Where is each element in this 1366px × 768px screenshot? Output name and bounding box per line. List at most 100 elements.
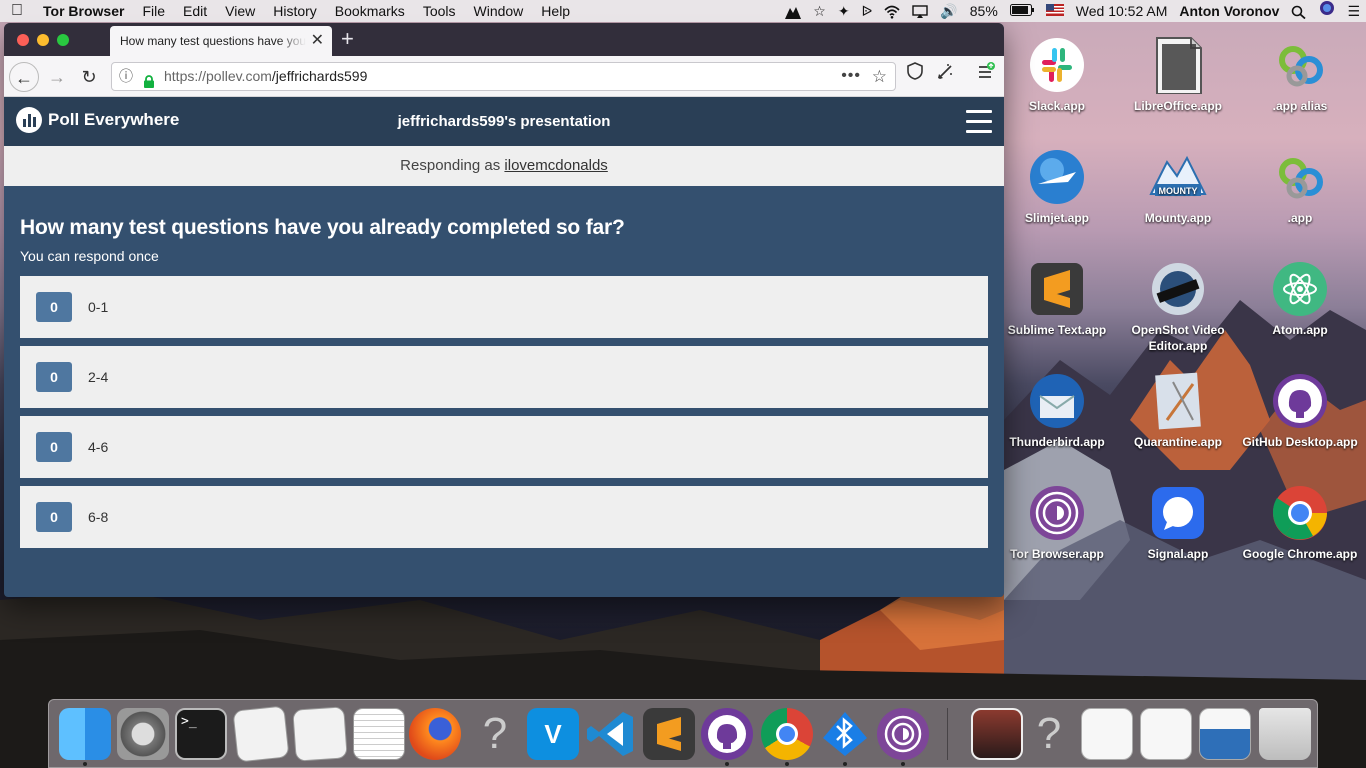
app-menu-icon[interactable]: [972, 62, 1000, 90]
browser-tab[interactable]: How many test questions have you already…: [110, 26, 332, 56]
desktop-icon-openshot[interactable]: OpenShot Video Editor.app: [1118, 260, 1238, 354]
slimjet-icon: [1028, 148, 1086, 206]
option-label: 0-1: [88, 299, 109, 315]
desktop-icon-quarantine[interactable]: Quarantine.app: [1118, 372, 1238, 450]
bluetooth-file-exchange-dock-icon[interactable]: [819, 708, 871, 760]
airplay-icon[interactable]: [906, 0, 934, 22]
apple-menu-icon[interactable]: : [0, 0, 34, 22]
atom-icon: [1271, 260, 1329, 318]
desktop-icon-atom[interactable]: Atom.app: [1240, 260, 1360, 338]
url-text: https://pollev.com/jeffrichards599: [164, 63, 367, 90]
battery-icon[interactable]: [1004, 0, 1040, 22]
zoom-window-button[interactable]: [57, 34, 69, 46]
responding-username-link[interactable]: ilovemcdonalds: [504, 157, 607, 174]
menu-bookmarks[interactable]: Bookmarks: [326, 0, 414, 22]
dropbox-status-icon[interactable]: ✦: [832, 0, 856, 22]
bluetooth-icon[interactable]: ᐉ: [856, 0, 879, 22]
script-editor-2-dock-icon[interactable]: [292, 706, 348, 762]
tab-title: How many test questions have you already…: [120, 34, 306, 48]
screenshot-3-dock-icon[interactable]: [1199, 708, 1251, 760]
system-preferences-dock-icon[interactable]: [117, 708, 169, 760]
openshot-icon: [1149, 260, 1207, 318]
desktop-icon-app-alias[interactable]: .app alias: [1240, 36, 1360, 114]
option-vote-count: 0: [36, 432, 72, 462]
page-actions-icon[interactable]: •••: [841, 62, 861, 89]
menu-user-name[interactable]: Anton Voronov: [1173, 0, 1285, 22]
siri-icon[interactable]: [1313, 0, 1341, 22]
sublime-icon: [1028, 260, 1086, 318]
poll-option[interactable]: 0 0-1: [20, 276, 988, 338]
dock: >_ ? V ?: [48, 699, 1318, 768]
url-host: https://pollev.com: [164, 68, 272, 84]
shield-icon[interactable]: [901, 62, 929, 90]
address-bar[interactable]: ⓘ https://pollev.com/jeffrichards599 •••…: [111, 62, 896, 91]
desktop-icon-signal[interactable]: Signal.app: [1118, 484, 1238, 562]
desktop-icon-slimjet[interactable]: Slimjet.app: [997, 148, 1117, 226]
hamburger-menu-icon[interactable]: [966, 110, 992, 133]
volume-icon[interactable]: 🔊: [934, 0, 963, 22]
spotlight-search-icon[interactable]: [1285, 0, 1313, 22]
script-editor-dock-icon[interactable]: [232, 705, 290, 763]
finder-dock-icon[interactable]: [59, 708, 111, 760]
close-window-button[interactable]: [17, 34, 29, 46]
menu-edit[interactable]: Edit: [174, 0, 216, 22]
github-desktop-dock-icon[interactable]: [701, 708, 753, 760]
vscode-dock-icon[interactable]: [585, 708, 637, 760]
desktop-icon-app[interactable]: .app: [1240, 148, 1360, 226]
desktop-icon-github[interactable]: GitHub Desktop.app: [1240, 372, 1360, 450]
new-tab-button[interactable]: +: [341, 25, 354, 53]
star-status-icon[interactable]: ☆: [807, 0, 832, 22]
menu-app-name[interactable]: Tor Browser: [34, 0, 133, 22]
desktop-icon-sublime[interactable]: Sublime Text.app: [997, 260, 1117, 338]
new-identity-broom-icon[interactable]: [932, 62, 960, 90]
minimize-window-button[interactable]: [37, 34, 49, 46]
tor-browser-dock-icon[interactable]: [877, 708, 929, 760]
desktop-icon-tor-browser[interactable]: Tor Browser.app: [997, 484, 1117, 562]
vnc-viewer-dock-icon[interactable]: V: [527, 708, 579, 760]
back-button[interactable]: ←: [9, 62, 39, 92]
browser-window: How many test questions have you already…: [4, 23, 1004, 597]
poll-response-limit: You can respond once: [20, 248, 159, 264]
input-source-flag-icon[interactable]: [1040, 0, 1070, 22]
menu-window[interactable]: Window: [465, 0, 533, 22]
firefox-dock-icon[interactable]: [409, 708, 461, 760]
desktop-icon-label: Mounty.app: [1144, 211, 1212, 225]
poll-option[interactable]: 0 4-6: [20, 416, 988, 478]
menu-file[interactable]: File: [133, 0, 174, 22]
menu-tools[interactable]: Tools: [414, 0, 465, 22]
poll-option[interactable]: 0 6-8: [20, 486, 988, 548]
trash-dock-icon[interactable]: [1259, 708, 1311, 760]
desktop-icon-mounty[interactable]: MOUNTY Mounty.app: [1118, 148, 1238, 226]
menu-history[interactable]: History: [264, 0, 326, 22]
desktop-icon-chrome[interactable]: Google Chrome.app: [1240, 484, 1360, 562]
wifi-icon[interactable]: [878, 0, 906, 22]
desktop-icon-slack[interactable]: Slack.app: [997, 36, 1117, 114]
site-info-icon[interactable]: ⓘ: [119, 63, 133, 90]
notification-center-icon[interactable]: ☰: [1341, 0, 1366, 22]
screenshot-2-dock-icon[interactable]: [1140, 708, 1192, 760]
alias-icon: [1271, 36, 1329, 94]
chrome-dock-icon[interactable]: [761, 708, 813, 760]
screenshot-1-dock-icon[interactable]: [1081, 708, 1133, 760]
unknown-file-dock-icon[interactable]: ?: [1023, 708, 1075, 760]
reload-button[interactable]: ↻: [74, 62, 104, 92]
unknown-app-dock-icon[interactable]: ?: [469, 708, 521, 760]
lock-icon[interactable]: [143, 70, 155, 88]
battery-percent[interactable]: 85%: [964, 0, 1004, 22]
terminal-dock-icon[interactable]: >_: [175, 708, 227, 760]
mounty-status-icon[interactable]: [779, 0, 807, 22]
desktop-icon-libreoffice[interactable]: LibreOffice.app: [1118, 36, 1238, 114]
desktop-icon-label: Atom.app: [1272, 323, 1328, 337]
forward-button[interactable]: →: [42, 62, 72, 92]
textedit-dock-icon[interactable]: [353, 708, 405, 760]
bookmark-star-icon[interactable]: ☆: [872, 63, 887, 90]
close-tab-icon[interactable]: ✕: [311, 26, 324, 56]
slack-icon: [1028, 36, 1086, 94]
menu-help[interactable]: Help: [532, 0, 579, 22]
poll-option[interactable]: 0 2-4: [20, 346, 988, 408]
menu-clock[interactable]: Wed 10:52 AM: [1070, 0, 1174, 22]
menu-view[interactable]: View: [216, 0, 264, 22]
sublime-dock-icon[interactable]: [643, 708, 695, 760]
desktop-icon-thunderbird[interactable]: Thunderbird.app: [997, 372, 1117, 450]
photo-dock-icon[interactable]: [971, 708, 1023, 760]
